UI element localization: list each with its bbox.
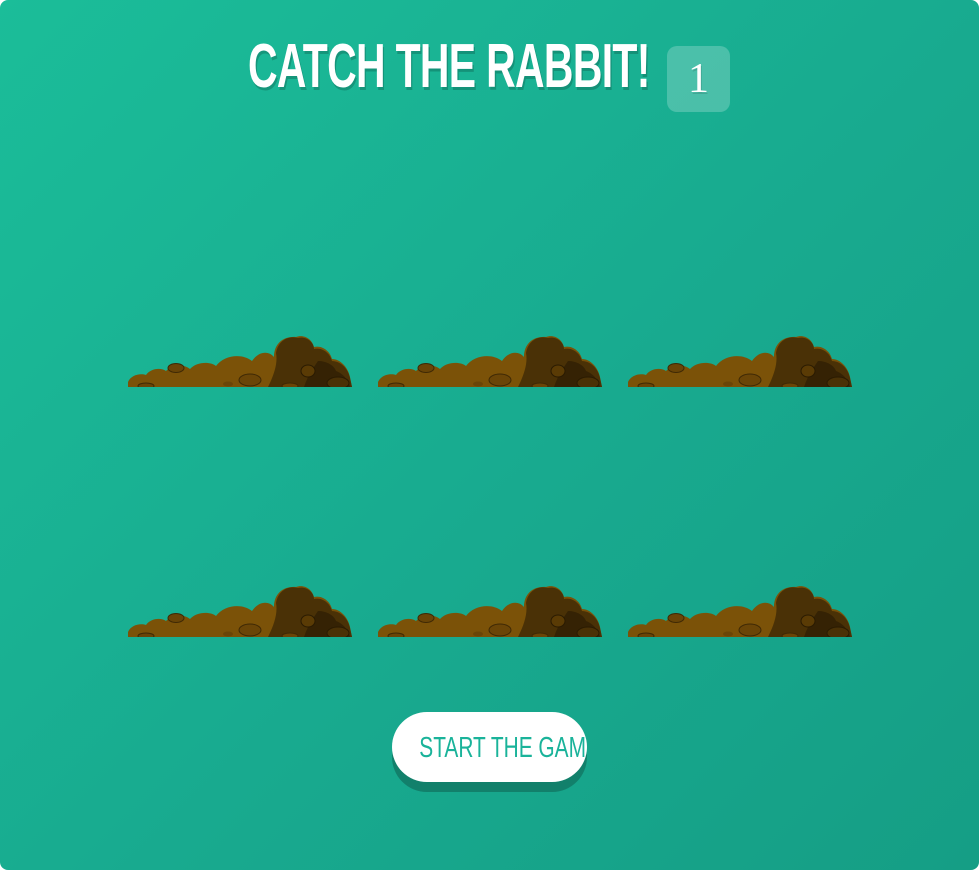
- dirt-hole[interactable]: [378, 585, 602, 637]
- dirt-mound-icon: [378, 336, 602, 387]
- start-game-label: START THE GAME: [419, 732, 587, 764]
- score-counter: 1: [667, 46, 730, 112]
- dirt-hole[interactable]: [628, 585, 852, 637]
- dirt-hole[interactable]: [628, 335, 852, 387]
- dirt-mound-icon: [378, 586, 602, 637]
- dirt-mound-icon: [628, 336, 852, 387]
- start-game-button[interactable]: START THE GAME: [392, 712, 587, 782]
- game-title: CATCH THE RABBIT!: [248, 32, 650, 101]
- game-board: CATCH THE RABBIT! 1 START THE GAME: [0, 0, 979, 870]
- dirt-hole[interactable]: [128, 335, 352, 387]
- dirt-hole[interactable]: [378, 335, 602, 387]
- dirt-hole[interactable]: [128, 585, 352, 637]
- dirt-mound-icon: [128, 586, 352, 637]
- dirt-mound-icon: [128, 336, 352, 387]
- dirt-mound-icon: [628, 586, 852, 637]
